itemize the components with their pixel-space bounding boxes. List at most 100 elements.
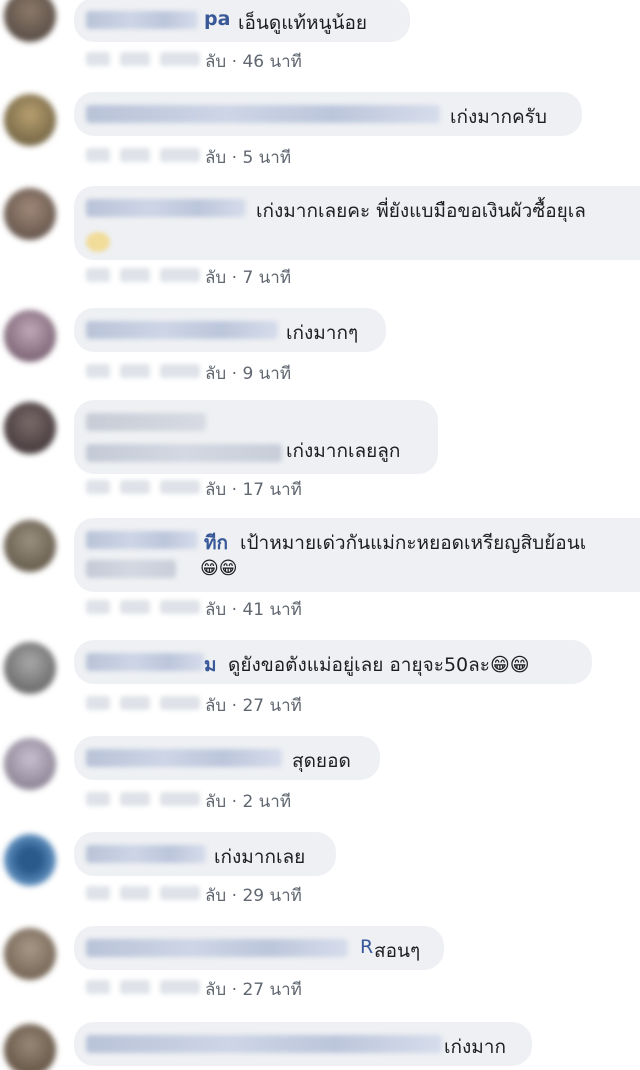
- timestamp[interactable]: 5 นาที: [242, 148, 291, 168]
- comment-bubble: สุดยอด: [74, 736, 380, 780]
- comment-text: สุดยอด: [292, 750, 351, 772]
- separator: ·: [231, 480, 238, 500]
- avatar[interactable]: [4, 94, 56, 146]
- avatar[interactable]: [4, 188, 56, 240]
- commenter-name-redacted: [86, 413, 206, 431]
- reply-link[interactable]: ลับ: [205, 886, 226, 906]
- comment-text: เป้าหมายเด่วกันแม่กะหยอดเหรียญสิบย้อนเ: [240, 532, 587, 554]
- commenter-name[interactable]: ทีก: [204, 528, 228, 558]
- commenter-name-redacted: [86, 653, 204, 671]
- timestamp[interactable]: 9 นาที: [242, 364, 291, 384]
- comment-meta: ลับ · 5 นาที: [205, 144, 291, 171]
- comment-text: เก่งมากเลยคะ พี่ยังแบมือขอเงินผัวซื้อยุเ…: [256, 200, 586, 222]
- avatar[interactable]: [4, 310, 56, 362]
- comment-meta: ลับ · 41 นาที: [205, 596, 302, 623]
- comment-actions-redacted: [86, 976, 202, 998]
- comment-actions-redacted: [86, 476, 202, 498]
- timestamp[interactable]: 29 นาที: [242, 886, 301, 906]
- commenter-name[interactable]: pa: [204, 8, 230, 30]
- comment-meta: ลับ · 29 นาที: [205, 882, 302, 909]
- separator: ·: [231, 600, 238, 620]
- comment-bubble: เก่งมากครับ: [74, 92, 582, 136]
- separator: ·: [231, 980, 238, 1000]
- commenter-name-redacted: [86, 1035, 442, 1053]
- avatar[interactable]: [4, 0, 56, 42]
- comment-text: เก่งมาก: [444, 1036, 506, 1058]
- timestamp[interactable]: 27 นาที: [242, 980, 301, 1000]
- comment-bubble: ม ดูยังขอตังแม่อยู่เลย อายุจะ50ละ😁😁: [74, 640, 592, 684]
- avatar[interactable]: [4, 520, 56, 572]
- avatar[interactable]: [4, 1024, 56, 1070]
- comment-actions-redacted: [86, 48, 202, 70]
- comment-text: ดูยังขอตังแม่อยู่เลย อายุจะ50ละ😁😁: [228, 654, 530, 676]
- comment-bubble: เก่งมากเลย: [74, 832, 336, 876]
- avatar[interactable]: [4, 928, 56, 980]
- avatar[interactable]: [4, 402, 56, 454]
- comment-meta: ลับ · 2 นาที: [205, 788, 291, 815]
- timestamp[interactable]: 2 นาที: [242, 792, 291, 812]
- comment-text: เก่งมากเลยลูก: [286, 440, 401, 462]
- timestamp[interactable]: 17 นาที: [242, 480, 301, 500]
- commenter-name-redacted: [86, 199, 246, 217]
- comment-actions-redacted: [86, 882, 202, 904]
- commenter-name[interactable]: R: [360, 936, 373, 958]
- reply-link[interactable]: ลับ: [205, 52, 226, 72]
- separator: ·: [231, 268, 238, 288]
- comment-bubble: ทีก เป้าหมายเด่วกันแม่กะหยอดเหรียญสิบย้อ…: [74, 518, 640, 592]
- comment-meta: ลับ · 27 นาที: [205, 692, 302, 719]
- timestamp[interactable]: 27 นาที: [242, 696, 301, 716]
- comment-actions-redacted: [86, 264, 202, 286]
- comment-actions-redacted: [86, 596, 202, 618]
- separator: ·: [231, 148, 238, 168]
- reply-link[interactable]: ลับ: [205, 792, 226, 812]
- comment-text: เก่งมากๆ: [286, 322, 359, 344]
- separator: ·: [231, 792, 238, 812]
- timestamp[interactable]: 7 นาที: [242, 268, 291, 288]
- reply-link[interactable]: ลับ: [205, 148, 226, 168]
- emoji-redacted: [86, 232, 110, 252]
- comment-text: เก่งมากเลย: [214, 846, 306, 868]
- comment-bubble: เก่งมากๆ: [74, 308, 386, 352]
- reply-link[interactable]: ลับ: [205, 480, 226, 500]
- comment-bubble: เก่งมาก: [74, 1022, 532, 1066]
- comment-bubble: เก่งมากเลยคะ พี่ยังแบมือขอเงินผัวซื้อยุเ…: [74, 186, 640, 260]
- reply-link[interactable]: ลับ: [205, 696, 226, 716]
- comment-text: เก่งมากครับ: [450, 106, 547, 128]
- comment-meta: ลับ · 9 นาที: [205, 360, 291, 387]
- comment-actions-redacted: [86, 692, 202, 714]
- comment-bubble: เก่งมากเลยลูก: [74, 400, 438, 474]
- commenter-name-redacted: [86, 939, 348, 957]
- separator: ·: [231, 52, 238, 72]
- commenter-name-redacted: [86, 105, 440, 123]
- comment-meta: ลับ · 17 นาที: [205, 476, 302, 503]
- comment-actions-redacted: [86, 360, 202, 382]
- separator: ·: [231, 364, 238, 384]
- comment-meta: ลับ · 46 นาที: [205, 48, 302, 75]
- reply-link[interactable]: ลับ: [205, 268, 226, 288]
- comment-text: เอ็นดูแท้หนูน้อย: [238, 12, 368, 34]
- reply-link[interactable]: ลับ: [205, 980, 226, 1000]
- comment-text-line2: 😁😁: [200, 558, 238, 579]
- comment-text: สอนๆ: [374, 940, 421, 962]
- timestamp[interactable]: 46 นาที: [242, 52, 301, 72]
- separator: ·: [231, 886, 238, 906]
- commenter-name-redacted: [86, 11, 198, 29]
- commenter-name-redacted: [86, 845, 206, 863]
- commenter-name[interactable]: ม: [204, 650, 217, 680]
- avatar[interactable]: [4, 642, 56, 694]
- comment-list: pa เอ็นดูแท้หนูน้อย ลับ · 46 นาที เก่งมา…: [0, 0, 640, 1070]
- timestamp[interactable]: 41 นาที: [242, 600, 301, 620]
- commenter-name-redacted-line2: [86, 444, 282, 462]
- comment-bubble: pa เอ็นดูแท้หนูน้อย: [74, 0, 410, 42]
- comment-bubble: R สอนๆ: [74, 926, 444, 970]
- reply-link[interactable]: ลับ: [205, 364, 226, 384]
- reply-link[interactable]: ลับ: [205, 600, 226, 620]
- avatar[interactable]: [4, 738, 56, 790]
- comment-meta: ลับ · 27 นาที: [205, 976, 302, 1003]
- comment-actions-redacted: [86, 788, 202, 810]
- avatar[interactable]: [4, 834, 56, 886]
- commenter-name-redacted: [86, 531, 198, 549]
- comment-meta: ลับ · 7 นาที: [205, 264, 291, 291]
- commenter-name-redacted: [86, 749, 282, 767]
- comment-actions-redacted: [86, 144, 202, 166]
